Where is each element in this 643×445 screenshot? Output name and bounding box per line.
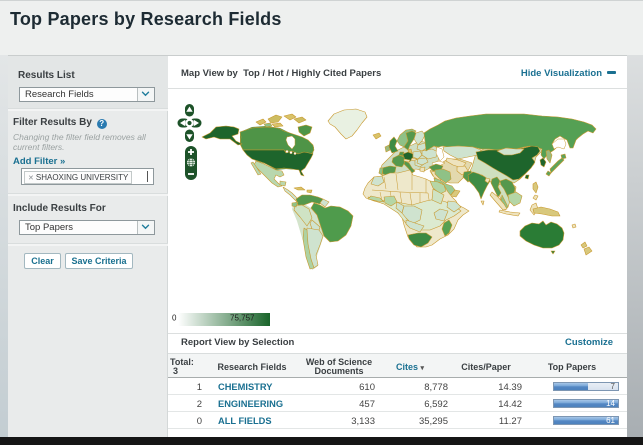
svg-text:75,757: 75,757 [230, 314, 255, 323]
svg-text:0: 0 [172, 314, 177, 323]
